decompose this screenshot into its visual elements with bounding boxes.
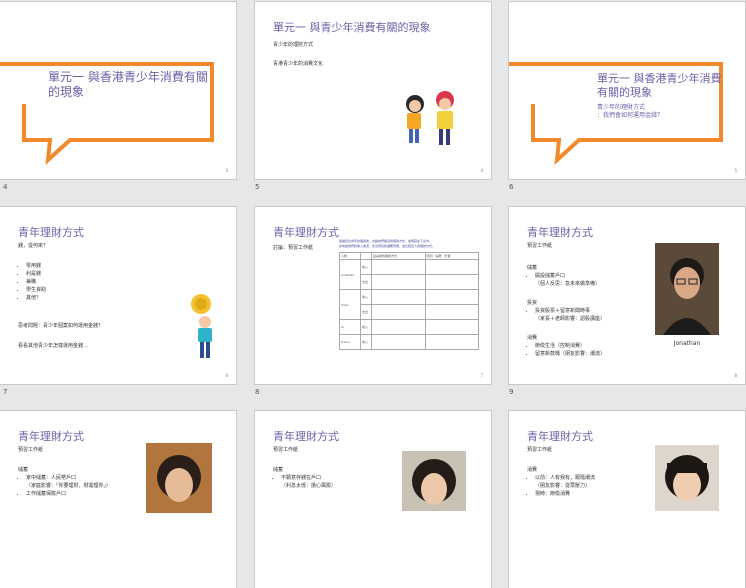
bullet-item: 以前：人有我有，跟隨潮流 — [535, 474, 595, 482]
table-cell: Vicky — [339, 289, 361, 320]
slide-title: 青年理財方式 — [527, 226, 593, 239]
slide-subtitle: ：我們會如何運用金錢？ — [597, 112, 664, 119]
question-text: 錢，從何來？ — [18, 243, 49, 249]
table-cell: Tracie — [339, 334, 361, 350]
text-line: 青港青少年的消費文化 — [273, 61, 324, 67]
student-photo — [655, 445, 719, 511]
slide-title: 單元一 與香港青少年消費有關的現象 — [48, 70, 208, 99]
slide-title: 單元一 與青少年消費有關的現象 — [273, 21, 431, 34]
page-number: 8 — [734, 373, 737, 378]
bullet-item: 零用錢 — [26, 262, 46, 270]
worksheet-label: 預習工作紙 — [527, 447, 553, 453]
bullet-item: 利是錢 — [26, 270, 46, 278]
table-cell: 支出 — [360, 274, 372, 290]
table-header — [360, 252, 372, 260]
slide-title: 青年理財方式 — [527, 430, 593, 443]
worksheet-label: 預習工作紙 — [18, 447, 44, 453]
slide-title: 青年理財方式 — [273, 226, 339, 239]
page-number: 5 — [734, 168, 737, 173]
table-header: 最喜歡的理財方式 — [371, 252, 426, 260]
slide-title: 青年理財方式 — [273, 430, 339, 443]
bullet-list: 投資股票＋留意新聞時事 （家長＋老師影響：認股講座） — [527, 307, 605, 323]
coin-holding-figure-illustration — [191, 294, 212, 358]
worksheet-label: 預習工作紙 — [527, 243, 553, 249]
bullet-item: （個人反思：急未來做準備） — [535, 281, 601, 287]
slide-title: 青年理財方式 — [18, 226, 84, 239]
slide-thumbnail-9[interactable]: 青年理財方式 預習工作紙 儲蓄 開設儲蓄戶口 （個人反思：急未來做準備） 投資 … — [509, 207, 745, 384]
text-line: 青少年的理財方式 — [273, 42, 314, 48]
slide-thumbnail-6[interactable]: 單元一 與香港青少年消費有關的現象 青少年的理財方式 ：我們會如何運用金錢？ 5 — [509, 2, 745, 179]
bullet-list: 以前：人有我有，跟隨潮流 （朋友影響：從眾壓力） 現時：節儉消費 — [527, 474, 595, 498]
bullet-item: 現時：節儉消費 — [535, 490, 595, 498]
bullet-item: 投資股票＋留意新聞時事 — [535, 307, 605, 315]
slide-number: 9 — [509, 388, 514, 396]
slide-number: 7 — [3, 388, 8, 396]
slide-title: 單元一 與香港青少年消費有關的現象 — [597, 72, 722, 99]
table-header: 人物 — [339, 252, 361, 260]
bullet-item: （利息太低：擔心風險） — [281, 483, 337, 489]
bullet-item: （家長＋老師影響：認股講座） — [535, 316, 606, 322]
instruction-text: 閱讀四位青年的個案後，討論他們各自的理財方式，並填寫在下表中。 — [339, 239, 433, 243]
section-heading: 投資 — [527, 300, 538, 306]
slide-number: 5 — [255, 183, 260, 191]
slide-thumbnail-8[interactable]: 青年理財方式 討論：預習工作紙 閱讀四位青年的個案後，討論他們各自的理財方式，並… — [255, 207, 491, 384]
bullet-item: 兼職 — [26, 278, 46, 286]
worksheet-label: 預習工作紙 — [273, 447, 299, 453]
bullet-list: 家中儲蓄：人民幣戶口 （家庭影響：「你要理財，財需理你」） 工作儲蓄保險戶口 — [18, 474, 111, 498]
discussion-label: 討論：預習工作紙 — [273, 245, 314, 251]
bullet-list: 節儉生活（控制消費） 留意新款機（朋友影響：潮流） — [527, 342, 605, 358]
bullet-item: （朋友影響：從眾壓力） — [535, 483, 591, 489]
page-number: 6 — [225, 373, 228, 378]
slide-thumbnail-7[interactable]: 青年理財方式 錢，從何來？ 零用錢 利是錢 兼職 學生資助 其他？ 思考問題：青… — [0, 207, 236, 384]
instruction-text: 請考慮他們的收入來源、支出項目和儲蓄習慣，並比較四人的理財方式。 — [339, 244, 436, 248]
slide-thumbnail-5[interactable]: 單元一 與青少年消費有關的現象 青少年的理財方式 青港青少年的消費文化 4 — [255, 2, 491, 179]
section-heading: 儲蓄 — [18, 467, 29, 473]
table-cell: 支出 — [360, 304, 372, 320]
student-photo — [146, 443, 212, 513]
bullet-item: 工作儲蓄保險戶口 — [26, 490, 111, 498]
bullet-item: （家庭影響：「你要理財，財需理你」） — [26, 483, 112, 489]
bullet-item: 開設儲蓄戶口 — [535, 272, 600, 280]
slide-thumbnail-4[interactable]: 單元一 與香港青少年消費有關的現象 3 — [0, 2, 236, 179]
slide-number: 4 — [3, 183, 8, 191]
page-number: 4 — [480, 168, 483, 173]
page-number: 3 — [225, 168, 228, 173]
bullet-item: 其他？ — [26, 294, 46, 302]
section-heading: 消費 — [527, 467, 538, 473]
slide-title: 青年理財方式 — [18, 430, 84, 443]
bullet-list: 開設儲蓄戶口 （個人反思：急未來做準備） — [527, 272, 600, 288]
table-cell: Ai — [339, 319, 361, 335]
table-cell: 收入 — [360, 334, 372, 350]
slide-number: 8 — [255, 388, 260, 396]
section-heading: 儲蓄 — [273, 467, 284, 473]
table-cell: 收入 — [360, 259, 372, 275]
bullet-item: 家中儲蓄：人民幣戶口 — [26, 474, 111, 482]
photo-caption: Jonathan — [673, 340, 701, 347]
bullet-item: 留意新款機（朋友影響：潮流） — [535, 350, 605, 358]
bullet-list: 零用錢 利是錢 兼職 學生資助 其他？ — [18, 262, 46, 302]
slide-thumbnail-11[interactable]: 青年理財方式 預習工作紙 儲蓄 不願意存錢在戶口 （利息太低：擔心風險） — [255, 411, 491, 588]
text-line: 思考問題：青少年個案如何運用金錢？ — [18, 323, 104, 329]
table-header: 原因／得著／影響 — [424, 252, 479, 260]
slide-thumbnail-12[interactable]: 青年理財方式 預習工作紙 消費 以前：人有我有，跟隨潮流 （朋友影響：從眾壓力）… — [509, 411, 745, 588]
student-photo — [655, 243, 719, 335]
table-cell: 收入 — [360, 319, 372, 335]
section-heading: 消費 — [527, 335, 538, 341]
worksheet-table: 人物 最喜歡的理財方式 原因／得著／影響 Jonathan 收入 支出 Vicky 收入… — [339, 252, 479, 350]
student-photo — [402, 451, 466, 511]
bullet-list: 不願意存錢在戶口 （利息太低：擔心風險） — [273, 474, 336, 490]
table-cell: 收入 — [360, 289, 372, 305]
bullet-item: 節儉生活（控制消費） — [535, 342, 605, 350]
text-line: 看看其他青少年怎樣運用金錢… — [18, 343, 89, 349]
bullet-item: 不願意存錢在戶口 — [281, 474, 336, 482]
slide-thumbnail-10[interactable]: 青年理財方式 預習工作紙 儲蓄 家中儲蓄：人民幣戶口 （家庭影響：「你要理財，財… — [0, 411, 236, 588]
cartoon-students-illustration — [406, 91, 454, 145]
page-number: 7 — [480, 373, 483, 378]
slide-number: 6 — [509, 183, 514, 191]
table-cell: Jonathan — [339, 259, 361, 290]
bullet-item: 學生資助 — [26, 286, 46, 294]
section-heading: 儲蓄 — [527, 265, 538, 271]
